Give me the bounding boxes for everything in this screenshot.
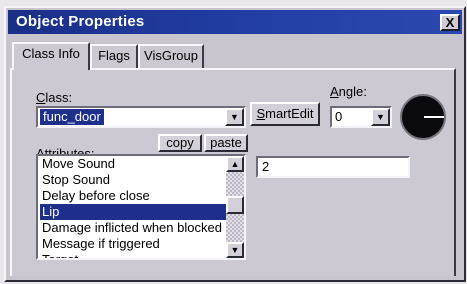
attribute-value: 2 [262,159,270,174]
list-item[interactable]: Target [40,252,228,258]
angle-dial[interactable] [400,94,446,140]
list-item[interactable]: Move Sound [40,156,228,172]
copy-button[interactable]: copy [158,134,202,152]
class-info-panel: Class: func_door ▼ SmartEdit Angle: 0 ▼ … [10,68,456,276]
tab-label: Flags [98,48,130,63]
chevron-down-icon: ▼ [230,112,239,122]
attributes-list[interactable]: Move Sound Stop Sound Delay before close… [36,154,246,260]
tab-flags[interactable]: Flags [90,44,138,68]
window-title: Object Properties [16,13,145,30]
list-item[interactable]: Message if triggered [40,236,228,252]
scroll-thumb[interactable] [226,196,244,214]
attributes-scrollbar[interactable]: ▲ ▼ [226,156,244,258]
arrow-up-icon: ▲ [230,159,240,169]
smartedit-button[interactable]: SmartEdit [250,102,320,126]
list-item[interactable]: Damage inflicted when blocked [40,220,228,236]
chevron-down-icon: ▼ [376,112,385,122]
tab-class-info[interactable]: Class Info [12,42,90,70]
close-icon: X [445,15,455,30]
tab-visgroup[interactable]: VisGroup [138,44,204,68]
paste-button[interactable]: paste [204,134,248,152]
class-value: func_door [40,109,104,125]
angle-dropdown-button[interactable]: ▼ [371,108,390,126]
class-label: Class: [36,90,73,105]
scroll-down-button[interactable]: ▼ [226,242,244,258]
attribute-value-field[interactable]: 2 [256,156,410,178]
class-dropdown-button[interactable]: ▼ [225,108,244,126]
angle-label: Angle: [330,84,367,99]
class-combo[interactable]: func_door ▼ [36,106,246,128]
title-bar[interactable]: Object Properties X [8,10,462,34]
angle-value: 0 [335,109,343,124]
dial-needle [424,116,444,118]
angle-combo[interactable]: 0 ▼ [330,106,392,128]
tab-label: VisGroup [144,48,198,63]
list-item-selected[interactable]: Lip [40,204,228,220]
tab-label: Class Info [22,46,80,61]
arrow-down-icon: ▼ [230,245,240,255]
close-button[interactable]: X [440,14,460,31]
list-item[interactable]: Stop Sound [40,172,228,188]
scroll-up-button[interactable]: ▲ [226,156,244,172]
list-item[interactable]: Delay before close [40,188,228,204]
